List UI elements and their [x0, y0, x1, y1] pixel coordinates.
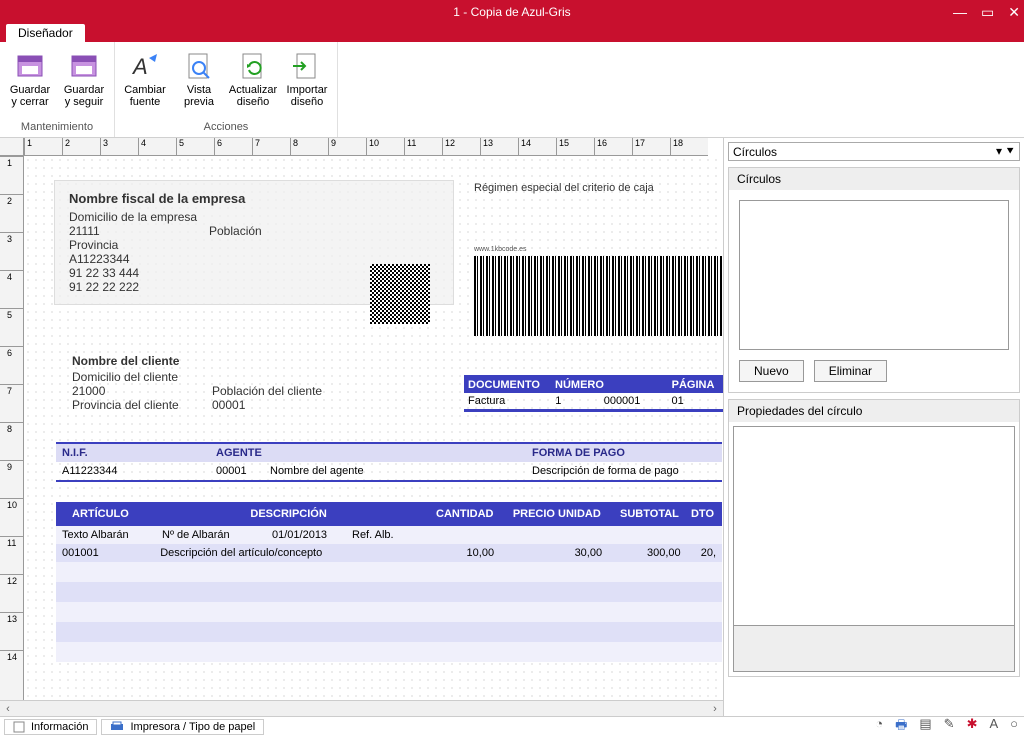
company-address: Domicilio de la empresa — [69, 210, 439, 224]
items-table[interactable]: ARTÍCULO DESCRIPCIÓN CANTIDAD PRECIO UNI… — [56, 502, 722, 662]
client-name: Nombre del cliente — [72, 354, 322, 368]
scroll-left-icon[interactable]: ‹ — [0, 703, 16, 715]
tool-icon[interactable]: ✎ — [944, 716, 955, 738]
update-design-icon — [237, 50, 269, 82]
info-icon — [13, 721, 25, 733]
properties-grid[interactable] — [733, 426, 1015, 626]
chevron-down-icon: ▾ ⯆ — [996, 144, 1015, 159]
save-close-icon — [14, 50, 46, 82]
tool-icon[interactable]: A — [989, 716, 998, 738]
ruler-corner — [0, 138, 24, 156]
client-address: Domicilio del cliente — [72, 370, 322, 384]
ribbon-group-label: Acciones — [121, 119, 331, 135]
client-zip: 21000 — [72, 384, 212, 398]
design-pane: 123456789101112131415161718 123456789101… — [0, 138, 724, 716]
circles-listbox[interactable] — [739, 200, 1009, 350]
svg-text:A: A — [131, 54, 148, 79]
client-province: Provincia del cliente — [72, 398, 212, 412]
minimize-icon[interactable]: — — [953, 4, 967, 20]
vertical-ruler: 1234567891011121314 — [0, 156, 24, 700]
side-panel: Círculos ▾ ⯆ Círculos Nuevo Eliminar Pro… — [724, 138, 1024, 716]
save-continue-button[interactable]: Guardar y seguir — [60, 46, 108, 119]
properties-footer — [733, 626, 1015, 672]
close-icon[interactable]: ✕ — [1008, 4, 1020, 21]
import-design-icon — [291, 50, 323, 82]
preview-button[interactable]: Vista previa — [175, 46, 223, 119]
tab-designer[interactable]: Diseñador — [6, 24, 85, 42]
company-city: Población — [209, 224, 262, 238]
qr-code[interactable] — [370, 264, 430, 324]
horizontal-scrollbar[interactable]: ‹ › — [0, 700, 723, 716]
barcode[interactable] — [474, 256, 723, 336]
document-info[interactable]: DOCUMENTO NÚMERO PÁGINA Factura 1 000001… — [464, 375, 723, 412]
preview-icon — [183, 50, 215, 82]
statusbar: Información Impresora / Tipo de papel ◔ … — [0, 716, 1024, 736]
nif-bar[interactable]: N.I.F. AGENTE FORMA DE PAGO A11223344 00… — [56, 442, 722, 482]
update-design-button[interactable]: Actualizar diseño — [229, 46, 277, 119]
company-province: Provincia — [69, 238, 439, 252]
section-title-properties: Propiedades del círculo — [729, 400, 1019, 422]
tool-icon[interactable]: ◔ — [875, 716, 883, 738]
scroll-right-icon[interactable]: › — [707, 703, 723, 715]
ribbon-tabstrip: Diseñador — [0, 24, 1024, 42]
client-code: 00001 — [212, 398, 245, 412]
save-close-button[interactable]: Guardar y cerrar — [6, 46, 54, 119]
import-design-button[interactable]: Importar diseño — [283, 46, 331, 119]
barcode-label: www.1kbcode.es — [474, 246, 527, 253]
design-canvas[interactable]: Nombre fiscal de la empresa Domicilio de… — [24, 156, 723, 700]
ribbon: Guardar y cerrar Guardar y seguir Manten… — [0, 42, 1024, 138]
save-continue-icon — [68, 50, 100, 82]
window-title: 1 - Copia de Azul-Gris — [453, 5, 570, 19]
delete-button[interactable]: Eliminar — [814, 360, 887, 382]
printer-icon — [110, 721, 124, 733]
maximize-icon[interactable]: ▭ — [981, 4, 994, 21]
client-city: Población del cliente — [212, 384, 322, 398]
titlebar: 1 - Copia de Azul-Gris — ▭ ✕ — [0, 0, 1024, 24]
client-block[interactable]: Nombre del cliente Domicilio del cliente… — [72, 354, 322, 412]
tool-icon[interactable]: 🖶 — [895, 716, 907, 738]
company-zip: 21111 — [69, 224, 209, 238]
horizontal-ruler: 123456789101112131415161718 — [24, 138, 708, 156]
font-icon: A — [129, 50, 161, 82]
section-title-circles: Círculos — [729, 168, 1019, 190]
company-name: Nombre fiscal de la empresa — [69, 191, 439, 206]
ribbon-group-label: Mantenimiento — [6, 119, 108, 135]
new-button[interactable]: Nuevo — [739, 360, 804, 382]
status-printer-button[interactable]: Impresora / Tipo de papel — [101, 719, 264, 735]
panel-selector-dropdown[interactable]: Círculos ▾ ⯆ — [728, 142, 1020, 161]
tool-icon[interactable]: ✱ — [967, 716, 978, 738]
tool-icon[interactable]: ○ — [1010, 716, 1018, 738]
window-controls: — ▭ ✕ — [953, 0, 1020, 24]
change-font-button[interactable]: A Cambiar fuente — [121, 46, 169, 119]
tool-icon[interactable]: ▤ — [919, 716, 931, 738]
status-info-button[interactable]: Información — [4, 719, 97, 735]
regimen-label[interactable]: Régimen especial del criterio de caja — [474, 182, 654, 194]
